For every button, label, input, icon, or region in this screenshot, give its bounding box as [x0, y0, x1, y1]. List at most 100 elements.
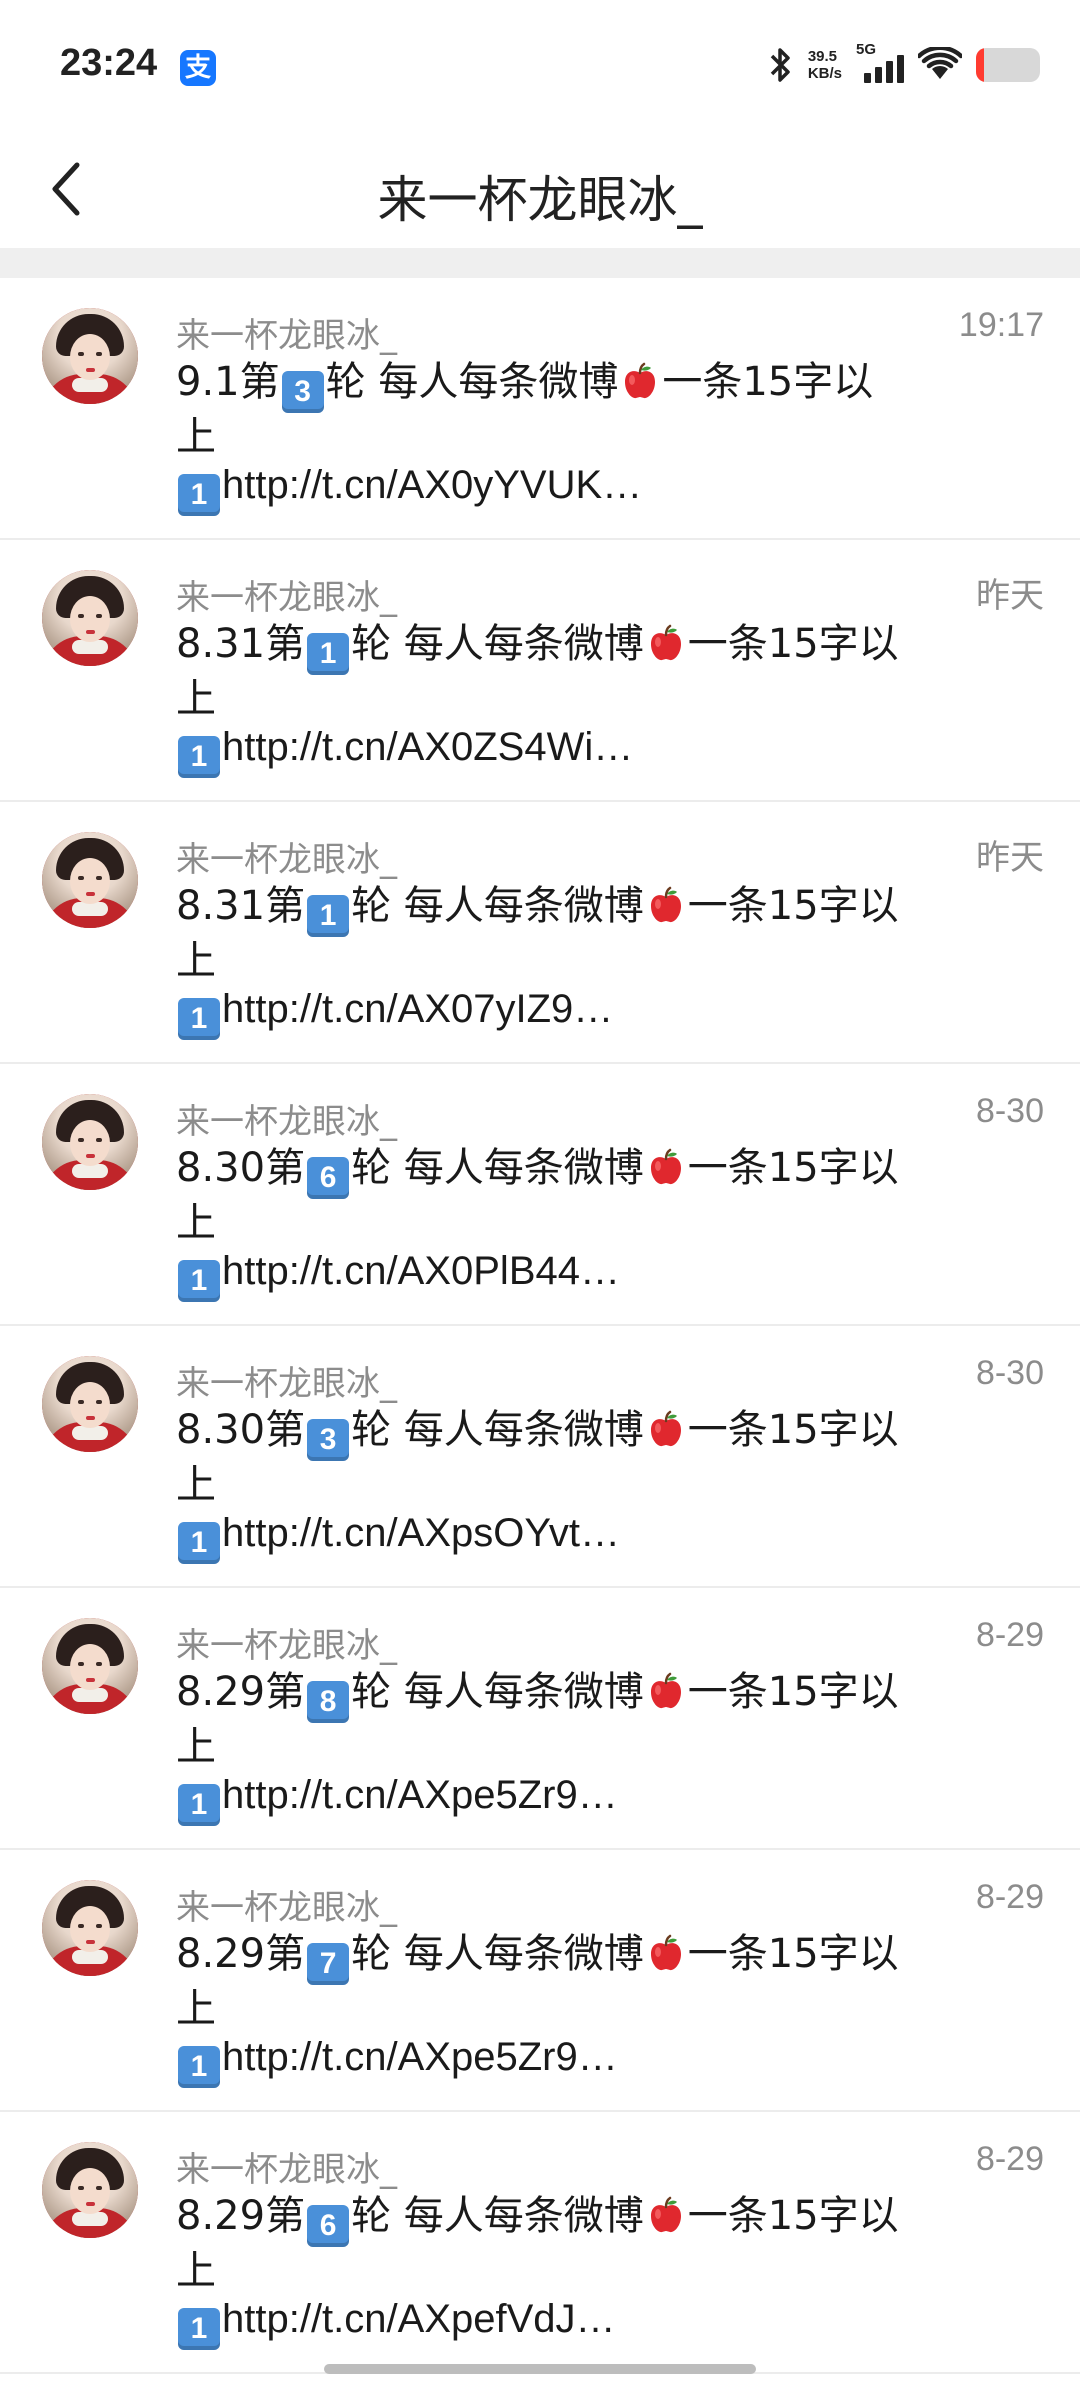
message-suffix: 一条15字以 — [687, 1145, 899, 1191]
round-number-keycap: 6 — [307, 2205, 350, 2247]
message-line-2: 上 — [176, 1724, 216, 1770]
sender-name: 来一杯龙眼冰_ — [176, 1888, 397, 1928]
wifi-icon — [918, 47, 962, 79]
message-preview: 8.29第 8 轮 每人每条微博 一条15字以 上 1 http://t.cn/AXp… — [176, 1668, 936, 1826]
message-list[interactable]: 来一杯龙眼冰_ 19:17 9.1第 3 轮 每人每条微博 一条15字以 上 1 ht… — [0, 278, 1080, 2374]
message-row[interactable]: 来一杯龙眼冰_ 19:17 9.1第 3 轮 每人每条微博 一条15字以 上 1 ht… — [0, 278, 1080, 540]
message-date-prefix: 8.30第 — [176, 1145, 306, 1191]
link-number-keycap: 1 — [178, 2308, 220, 2350]
status-icons: 39.5 KB/s 5G — [768, 41, 1040, 88]
message-line-2: 上 — [176, 676, 216, 722]
message-link: http://t.cn/AX0ZS4Wi… — [222, 725, 634, 769]
red-apple-icon — [650, 2196, 681, 2233]
sender-name: 来一杯龙眼冰_ — [176, 1102, 397, 1142]
message-preview: 8.29第 7 轮 每人每条微博 一条15字以 上 1 http://t.cn/AXp… — [176, 1930, 936, 2088]
avatar[interactable] — [42, 1356, 138, 1452]
message-row[interactable]: 来一杯龙眼冰_ 昨天 8.31第 1 轮 每人每条微博 一条15字以 上 1 http… — [0, 802, 1080, 1064]
message-date-prefix: 8.29第 — [176, 2193, 306, 2239]
sender-name: 来一杯龙眼冰_ — [176, 316, 397, 356]
status-time: 23:24 — [60, 42, 158, 84]
message-preview: 8.29第 6 轮 每人每条微博 一条15字以 上 1 http://t.cn/AXp… — [176, 2192, 936, 2350]
message-suffix: 一条15字以 — [687, 1407, 899, 1453]
divider — [0, 248, 1080, 278]
message-date-prefix: 8.29第 — [176, 1669, 306, 1715]
message-row[interactable]: 来一杯龙眼冰_ 8-30 8.30第 3 轮 每人每条微博 一条15字以 上 1 ht… — [0, 1326, 1080, 1588]
message-date-prefix: 8.29第 — [176, 1931, 306, 1977]
message-line-2: 上 — [176, 1200, 216, 1246]
message-line-2: 上 — [176, 938, 216, 984]
round-number-keycap: 8 — [307, 1681, 350, 1723]
message-time: 19:17 — [958, 306, 1044, 344]
red-apple-icon — [650, 624, 681, 661]
message-row[interactable]: 来一杯龙眼冰_ 8-30 8.30第 6 轮 每人每条微博 一条15字以 上 1 ht… — [0, 1064, 1080, 1326]
message-time: 8-30 — [975, 1354, 1044, 1392]
message-middle: 轮 每人每条微博 — [325, 359, 619, 405]
avatar[interactable] — [42, 832, 138, 928]
message-time: 昨天 — [976, 577, 1044, 615]
message-time: 8-29 — [975, 2140, 1044, 2178]
message-preview: 8.31第 1 轮 每人每条微博 一条15字以 上 1 http://t.cn/AX0… — [176, 882, 936, 1040]
message-suffix: 一条15字以 — [687, 621, 899, 667]
network-speed-value: 39.5 — [807, 48, 838, 65]
network-speed: 39.5 KB/s — [808, 48, 842, 82]
message-row[interactable]: 来一杯龙眼冰_ 昨天 8.31第 1 轮 每人每条微博 一条15字以 上 1 http… — [0, 540, 1080, 802]
message-middle: 轮 每人每条微博 — [351, 1145, 644, 1191]
round-number-keycap: 3 — [307, 1419, 350, 1461]
avatar[interactable] — [42, 1618, 138, 1714]
avatar[interactable] — [42, 1880, 138, 1976]
message-date-prefix: 9.1第 — [176, 359, 280, 405]
message-time: 8-29 — [975, 1616, 1044, 1654]
alipay-notification-icon: 支 — [180, 50, 216, 86]
message-middle: 轮 每人每条微博 — [351, 2193, 644, 2239]
message-row[interactable]: 来一杯龙眼冰_ 8-29 8.29第 6 轮 每人每条微博 一条15字以 上 1 ht… — [0, 2112, 1080, 2374]
message-preview: 8.31第 1 轮 每人每条微博 一条15字以 上 1 http://t.cn/AX0… — [176, 620, 936, 778]
message-time: 8-29 — [975, 1878, 1044, 1916]
message-middle: 轮 每人每条微博 — [351, 1669, 644, 1715]
sender-name: 来一杯龙眼冰_ — [176, 578, 397, 618]
red-apple-icon — [650, 1934, 681, 1971]
message-suffix: 一条15字以 — [687, 1931, 899, 1977]
link-number-keycap: 1 — [178, 2046, 220, 2088]
sender-name: 来一杯龙眼冰_ — [176, 1364, 397, 1404]
avatar[interactable] — [42, 308, 138, 404]
message-preview: 8.30第 6 轮 每人每条微博 一条15字以 上 1 http://t.cn/AX0… — [176, 1144, 936, 1302]
message-date-prefix: 8.31第 — [176, 883, 306, 929]
nav-bar: 来一杯龙眼冰_ — [0, 130, 1080, 248]
network-speed-unit: KB/s — [807, 65, 842, 82]
message-suffix: 一条15字以 — [687, 1669, 899, 1715]
status-bar: 23:24 支 39.5 KB/s 5G — [0, 0, 1080, 130]
message-preview: 8.30第 3 轮 每人每条微博 一条15字以 上 1 http://t.cn/AXp… — [176, 1406, 936, 1564]
sender-name: 来一杯龙眼冰_ — [176, 1626, 397, 1666]
avatar[interactable] — [42, 2142, 138, 2238]
message-row[interactable]: 来一杯龙眼冰_ 8-29 8.29第 7 轮 每人每条微博 一条15字以 上 1 ht… — [0, 1850, 1080, 2112]
message-date-prefix: 8.30第 — [176, 1407, 306, 1453]
round-number-keycap: 1 — [307, 895, 350, 937]
round-number-keycap: 6 — [307, 1157, 350, 1199]
message-link: http://t.cn/AXpefVdJ… — [222, 2297, 616, 2341]
bluetooth-icon — [770, 48, 790, 82]
link-number-keycap: 1 — [178, 1522, 220, 1564]
cell-signal-icon: 5G — [856, 41, 904, 83]
avatar[interactable] — [42, 570, 138, 666]
message-suffix: 一条15字以 — [662, 359, 874, 405]
round-number-keycap: 1 — [307, 633, 350, 675]
message-link: http://t.cn/AX07yIZ9… — [222, 987, 614, 1031]
message-date-prefix: 8.31第 — [176, 621, 306, 667]
red-apple-icon — [625, 362, 656, 399]
message-line-2: 上 — [176, 1986, 216, 2032]
message-row[interactable]: 来一杯龙眼冰_ 8-29 8.29第 8 轮 每人每条微博 一条15字以 上 1 ht… — [0, 1588, 1080, 1850]
message-middle: 轮 每人每条微博 — [351, 1931, 644, 1977]
message-time: 昨天 — [976, 839, 1044, 877]
network-type: 5G — [856, 41, 877, 58]
battery-level — [976, 48, 984, 82]
message-suffix: 一条15字以 — [687, 883, 899, 929]
avatar[interactable] — [42, 1094, 138, 1190]
red-apple-icon — [650, 1672, 681, 1709]
red-apple-icon — [650, 886, 681, 923]
message-middle: 轮 每人每条微博 — [351, 621, 644, 667]
round-number-keycap: 3 — [281, 371, 324, 413]
message-link: http://t.cn/AXpe5Zr9… — [222, 2035, 618, 2079]
message-preview: 9.1第 3 轮 每人每条微博 一条15字以 上 1 http://t.cn/AX0y… — [176, 358, 936, 516]
red-apple-icon — [650, 1148, 681, 1185]
home-indicator[interactable] — [324, 2364, 756, 2374]
